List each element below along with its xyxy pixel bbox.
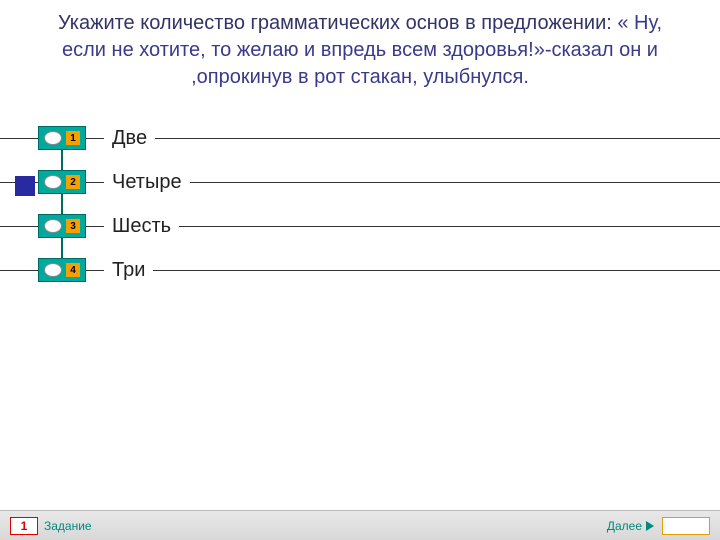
option-row-4: 4 Три bbox=[0, 248, 720, 292]
option-selector-4[interactable]: 4 bbox=[38, 258, 86, 282]
option-label: Четыре bbox=[104, 171, 190, 194]
radio-icon bbox=[44, 219, 62, 233]
radio-icon bbox=[44, 131, 62, 145]
options-list: 1 Две 2 Четыре 3 Шесть 4 Три bbox=[0, 116, 720, 292]
option-label: Две bbox=[104, 127, 155, 150]
radio-icon bbox=[44, 263, 62, 277]
question-prompt: Укажите количество грамматических основ … bbox=[58, 12, 617, 34]
option-number: 4 bbox=[66, 263, 80, 277]
option-number: 3 bbox=[66, 219, 80, 233]
task-number-box: 1 bbox=[10, 517, 38, 535]
option-number: 2 bbox=[66, 175, 80, 189]
option-row-2: 2 Четыре bbox=[0, 160, 720, 204]
question-block: Укажите количество грамматических основ … bbox=[0, 0, 720, 111]
option-label: Шесть bbox=[104, 215, 179, 238]
next-label: Далее bbox=[607, 519, 642, 533]
option-connector-line bbox=[61, 138, 63, 270]
footer-bar: 1 Задание Далее bbox=[0, 510, 720, 540]
option-label: Три bbox=[104, 259, 153, 282]
task-label: Задание bbox=[44, 519, 92, 533]
option-row-3: 3 Шесть bbox=[0, 204, 720, 248]
blue-marker bbox=[15, 176, 35, 196]
option-selector-1[interactable]: 1 bbox=[38, 126, 86, 150]
option-number: 1 bbox=[66, 131, 80, 145]
score-box bbox=[662, 517, 710, 535]
option-selector-2[interactable]: 2 bbox=[38, 170, 86, 194]
option-row-1: 1 Две bbox=[0, 116, 720, 160]
option-selector-3[interactable]: 3 bbox=[38, 214, 86, 238]
play-icon bbox=[646, 521, 654, 531]
next-button[interactable]: Далее bbox=[607, 519, 654, 533]
radio-icon bbox=[44, 175, 62, 189]
